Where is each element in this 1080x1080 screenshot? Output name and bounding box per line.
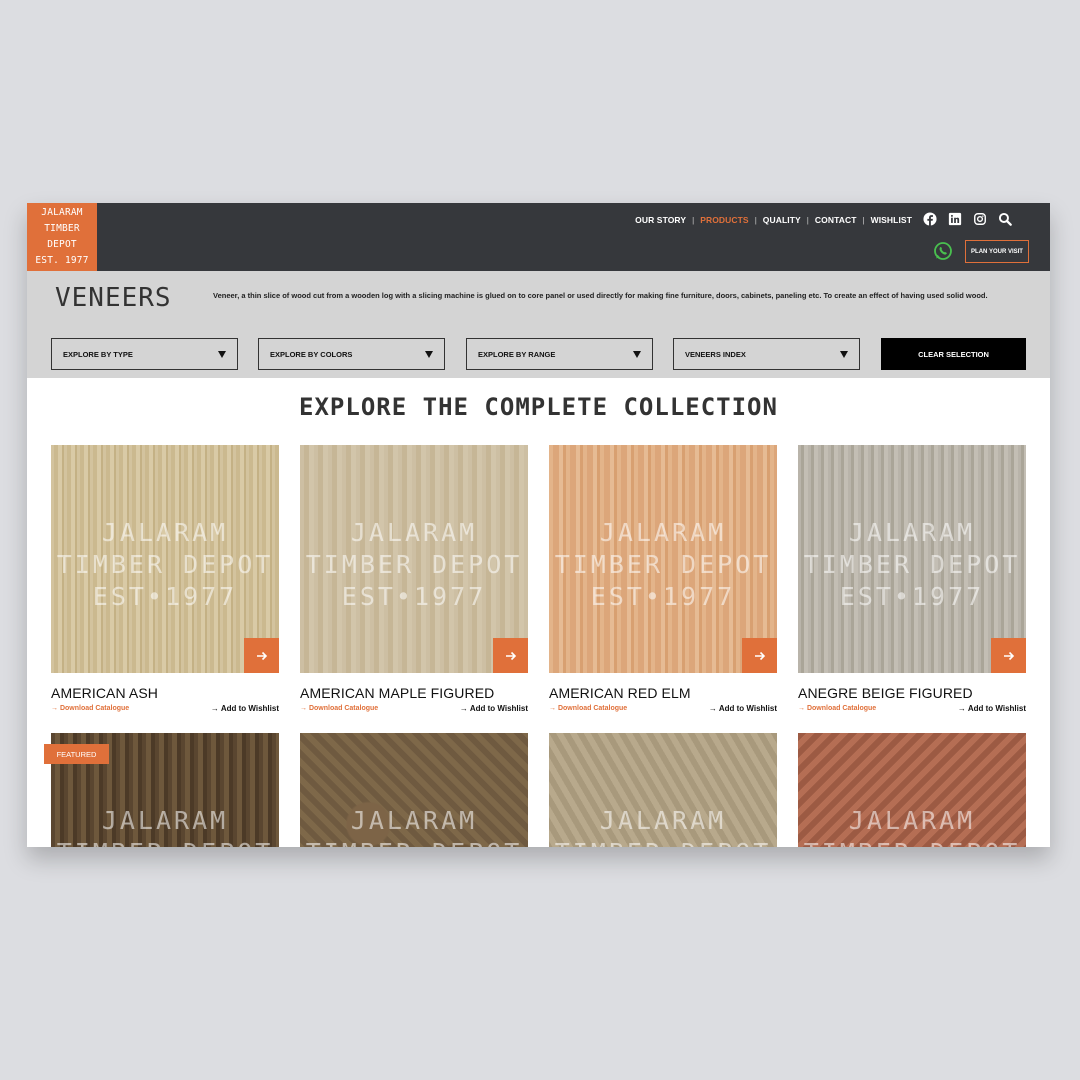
instagram-icon[interactable] bbox=[973, 212, 987, 226]
watermark: JALARAMTIMBER DEPOTEST•1977 bbox=[57, 806, 271, 847]
product-card[interactable]: JALARAM TIMBER DEPOT EST•1977 AMERICAN ASH… bbox=[51, 445, 279, 713]
logo-line-2: TIMBER DEPOT bbox=[44, 223, 80, 250]
main-nav: OUR STORY | PRODUCTS | QUALITY | CONTACT… bbox=[635, 213, 912, 227]
nav-item-wishlist[interactable]: WISHLIST bbox=[871, 215, 912, 225]
watermark: JALARAMTIMBER DEPOTEST•1977 bbox=[555, 806, 769, 847]
linkedin-icon[interactable] bbox=[948, 212, 962, 226]
search-icon[interactable] bbox=[998, 212, 1012, 226]
product-image[interactable]: JALARAMTIMBER DEPOTEST•1977 bbox=[549, 733, 777, 847]
view-product-button[interactable] bbox=[244, 638, 279, 673]
facebook-icon[interactable] bbox=[923, 212, 937, 226]
product-image[interactable]: JALARAMTIMBER DEPOTEST•1977 bbox=[549, 445, 777, 673]
product-image[interactable]: JALARAMTIMBER DEPOTEST•1977 bbox=[798, 733, 1026, 847]
download-catalogue-link[interactable]: → Download Catalogue bbox=[51, 705, 129, 712]
watermark: JALARAMTIMBER DEPOTEST•1977 bbox=[306, 806, 520, 847]
caret-down-icon bbox=[840, 350, 848, 358]
browser-window: JALARAM TIMBER DEPOT EST. 1977 OUR STORY… bbox=[27, 203, 1050, 847]
product-name[interactable]: AMERICAN MAPLE FIGURED bbox=[300, 685, 528, 701]
filter-by-colors-dropdown[interactable]: EXPLORE BY COLORS bbox=[258, 338, 445, 370]
clear-selection-button[interactable]: CLEAR SELECTION bbox=[881, 338, 1026, 370]
download-catalogue-link[interactable]: → Download Catalogue bbox=[300, 705, 378, 712]
product-card[interactable]: JALARAMTIMBER DEPOTEST•1977 bbox=[300, 733, 528, 847]
filter-by-range-dropdown[interactable]: EXPLORE BY RANGE bbox=[466, 338, 653, 370]
logo-line-3: EST. 1977 bbox=[35, 255, 89, 266]
product-image[interactable]: JALARAMTIMBER DEPOTEST•1977 bbox=[798, 445, 1026, 673]
arrow-right-icon bbox=[505, 651, 516, 660]
download-catalogue-link[interactable]: → Download Catalogue bbox=[798, 705, 876, 712]
collection-title: EXPLORE THE COMPLETE COLLECTION bbox=[299, 393, 778, 421]
whatsapp-icon[interactable] bbox=[933, 241, 953, 261]
watermark: JALARAMTIMBER DEPOTEST•1977 bbox=[56, 518, 274, 611]
caret-down-icon bbox=[425, 350, 433, 358]
add-to-wishlist-link[interactable]: → Add to Wishlist bbox=[460, 704, 528, 713]
arrow-right-icon bbox=[1003, 651, 1014, 660]
nav-item-our-story[interactable]: OUR STORY bbox=[635, 215, 686, 225]
download-catalogue-link[interactable]: → Download Catalogue bbox=[549, 705, 627, 712]
logo-line-1: JALARAM bbox=[41, 207, 83, 218]
site-header: JALARAM TIMBER DEPOT EST. 1977 OUR STORY… bbox=[27, 203, 1050, 271]
product-image[interactable]: JALARAMTIMBER DEPOTEST•1977 bbox=[51, 445, 279, 673]
watermark: JALARAMTIMBER DEPOTEST•1977 bbox=[804, 806, 1018, 847]
plan-visit-button[interactable]: PLAN YOUR VISIT bbox=[965, 240, 1029, 263]
view-product-button[interactable] bbox=[991, 638, 1026, 673]
nav-separator: | bbox=[806, 215, 809, 225]
arrow-right-icon bbox=[754, 651, 765, 660]
social-links bbox=[923, 212, 1012, 226]
product-card[interactable]: JALARAM TIMBER DEPOT EST•1977 AMERICAN RED… bbox=[549, 445, 777, 713]
view-product-button[interactable] bbox=[493, 638, 528, 673]
filter-label: EXPLORE BY TYPE bbox=[63, 349, 133, 359]
product-card[interactable]: JALARAM TIMBER DEPOT EST•1977 ANEGRE BEIGE… bbox=[798, 445, 1026, 713]
add-to-wishlist-link[interactable]: → Add to Wishlist bbox=[211, 704, 279, 713]
product-name[interactable]: AMERICAN ASH bbox=[51, 685, 279, 701]
page-intro: VENEERS Veneer, a thin slice of wood cut… bbox=[27, 271, 1050, 378]
nav-item-quality[interactable]: QUALITY bbox=[763, 215, 801, 225]
filter-label: EXPLORE BY COLORS bbox=[270, 349, 353, 359]
veneers-index-dropdown[interactable]: VENEERS INDEX bbox=[673, 338, 860, 370]
add-to-wishlist-link[interactable]: → Add to Wishlist bbox=[958, 704, 1026, 713]
nav-item-contact[interactable]: CONTACT bbox=[815, 215, 857, 225]
watermark: JALARAMTIMBER DEPOTEST•1977 bbox=[305, 518, 523, 611]
product-image[interactable]: JALARAMTIMBER DEPOTEST•1977 bbox=[300, 445, 528, 673]
nav-separator: | bbox=[692, 215, 695, 225]
view-product-button[interactable] bbox=[742, 638, 777, 673]
caret-down-icon bbox=[218, 350, 226, 358]
page-title: VENEERS bbox=[55, 283, 172, 313]
featured-badge: FEATURED bbox=[44, 744, 109, 764]
product-name[interactable]: AMERICAN RED ELM bbox=[549, 685, 777, 701]
product-card[interactable]: JALARAMTIMBER DEPOTEST•1977 bbox=[798, 733, 1026, 847]
nav-separator: | bbox=[754, 215, 757, 225]
nav-item-products[interactable]: PRODUCTS bbox=[700, 215, 749, 225]
product-card[interactable]: JALARAM TIMBER DEPOT EST•1977 AMERICAN MAP… bbox=[300, 445, 528, 713]
caret-down-icon bbox=[633, 350, 641, 358]
add-to-wishlist-link[interactable]: → Add to Wishlist bbox=[709, 704, 777, 713]
filter-label: VENEERS INDEX bbox=[685, 349, 746, 359]
product-card[interactable]: JALARAMTIMBER DEPOTEST•1977 bbox=[549, 733, 777, 847]
site-logo[interactable]: JALARAM TIMBER DEPOT EST. 1977 bbox=[27, 203, 97, 271]
watermark: JALARAMTIMBER DEPOTEST•1977 bbox=[554, 518, 772, 611]
watermark: JALARAMTIMBER DEPOTEST•1977 bbox=[803, 518, 1021, 611]
page-description: Veneer, a thin slice of wood cut from a … bbox=[213, 291, 988, 300]
product-name[interactable]: ANEGRE BEIGE FIGURED bbox=[798, 685, 1026, 701]
arrow-right-icon bbox=[256, 651, 267, 660]
filter-label: EXPLORE BY RANGE bbox=[478, 349, 556, 359]
filter-by-type-dropdown[interactable]: EXPLORE BY TYPE bbox=[51, 338, 238, 370]
product-image[interactable]: JALARAMTIMBER DEPOTEST•1977 bbox=[300, 733, 528, 847]
nav-separator: | bbox=[862, 215, 865, 225]
